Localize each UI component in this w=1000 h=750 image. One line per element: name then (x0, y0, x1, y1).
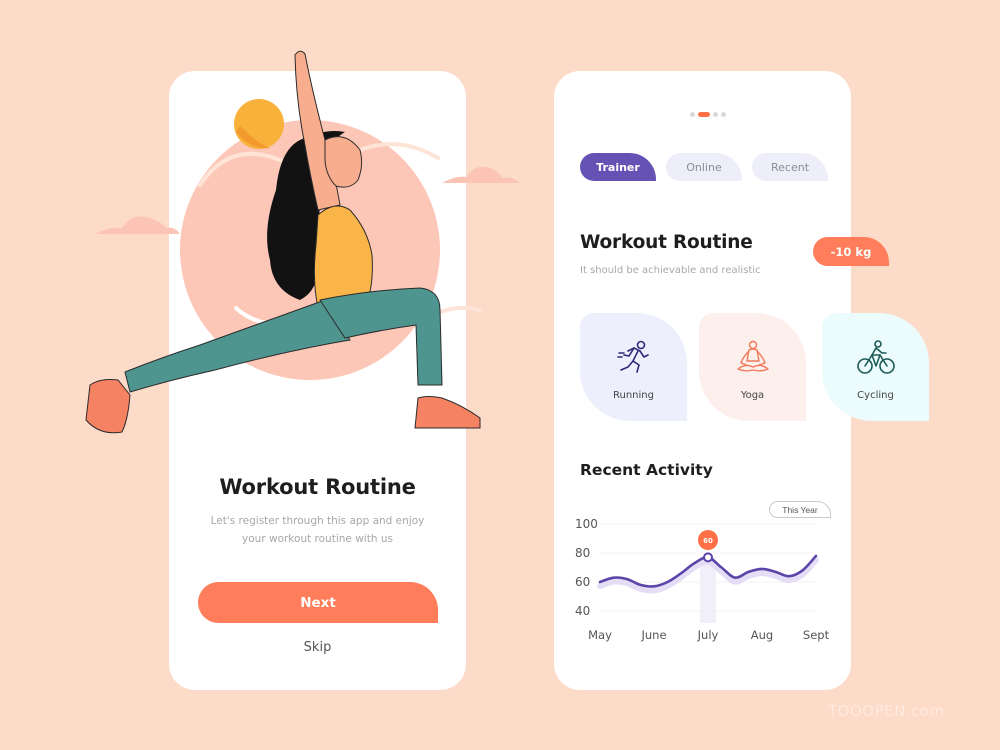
activity-label: Yoga (740, 390, 765, 401)
page-dot[interactable] (690, 112, 695, 117)
page-dot-active[interactable] (698, 112, 710, 117)
y-tick-label: 100 (575, 517, 598, 531)
activity-card-running[interactable]: Running (580, 313, 687, 421)
y-tick-label: 60 (575, 575, 590, 589)
watermark: TOOOPEN.com (828, 702, 945, 720)
activity-label: Cycling (857, 390, 894, 401)
cloud-left (95, 216, 180, 234)
tab-online[interactable]: Online (666, 153, 742, 181)
goal-badge: -10 kg (813, 237, 889, 266)
x-tick-label: Sept (803, 628, 830, 642)
running-icon (616, 340, 649, 373)
x-tick-label: Aug (751, 628, 773, 642)
tab-trainer[interactable]: Trainer (580, 153, 656, 181)
dashboard-subtitle: It should be achievable and realistic (580, 265, 761, 276)
page-indicator (690, 112, 726, 117)
subtitle-line: Let's register through this app and enjo… (210, 515, 425, 527)
dashboard-title: Workout Routine (580, 232, 753, 253)
tab-recent[interactable]: Recent (752, 153, 828, 181)
activity-card-yoga[interactable]: Yoga (699, 313, 806, 421)
value-bubble-label: 60 (703, 537, 713, 545)
data-point-marker (703, 552, 713, 563)
onboarding-title: Workout Routine (219, 475, 416, 499)
onboarding-subtitle: Let's register through this app and enjo… (200, 512, 435, 548)
activity-card-cycling[interactable]: Cycling (822, 313, 929, 421)
next-button[interactable]: Next (198, 582, 438, 623)
page-dot[interactable] (721, 112, 726, 117)
cycling-icon (856, 340, 895, 374)
y-tick-label: 80 (575, 546, 590, 560)
y-tick-label: 40 (575, 604, 590, 618)
activity-label: Running (613, 390, 654, 401)
yoga-icon (736, 340, 769, 372)
x-tick-label: May (588, 628, 612, 642)
back-shoe (85, 379, 131, 434)
page-dot[interactable] (713, 112, 718, 117)
x-tick-label: June (640, 628, 666, 642)
subtitle-line: your workout routine with us (242, 533, 393, 545)
activity-chart: 100 80 60 40 60 May June July Aug Sept (575, 517, 830, 642)
recent-activity-title: Recent Activity (580, 461, 713, 479)
x-tick-label: July (697, 628, 719, 642)
skip-button[interactable]: Skip (169, 640, 466, 655)
